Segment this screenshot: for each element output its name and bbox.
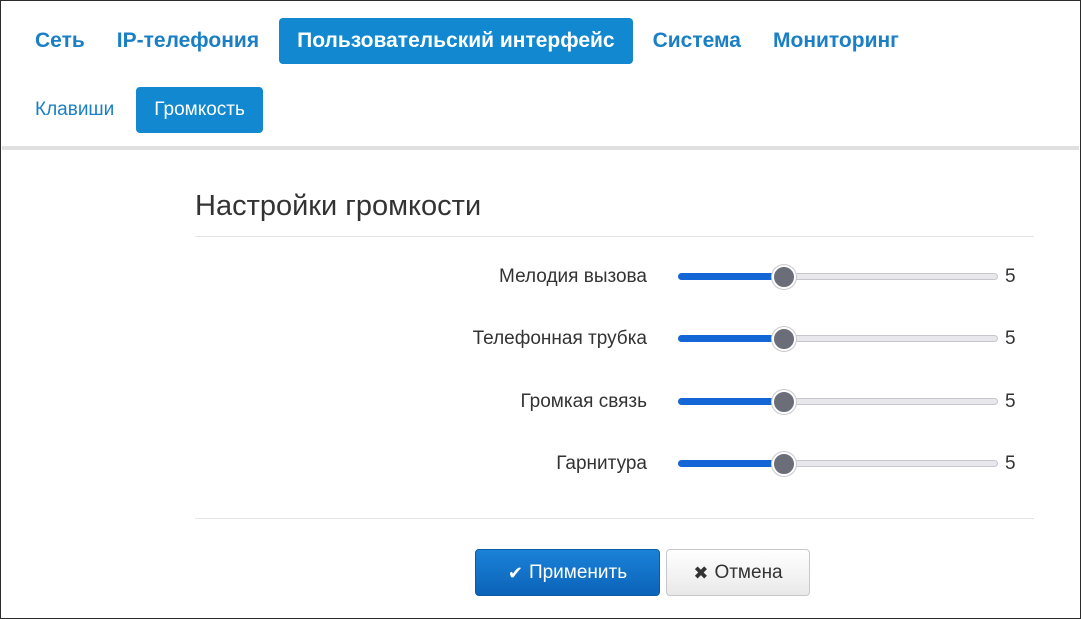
sub-navigation: Клавиши Громкость bbox=[23, 87, 263, 133]
slider-thumb[interactable] bbox=[771, 265, 796, 289]
close-icon: ✖ bbox=[693, 562, 709, 583]
subtab-volume[interactable]: Громкость bbox=[136, 87, 263, 133]
top-navigation: Сеть IP-телефония Пользовательский интер… bbox=[23, 18, 911, 64]
slider-label: Мелодия вызова bbox=[499, 266, 647, 287]
slider-value: 5 bbox=[1005, 266, 1016, 287]
page-frame: Сеть IP-телефония Пользовательский интер… bbox=[0, 0, 1081, 619]
title-divider bbox=[195, 236, 1034, 237]
ringtone-volume-slider[interactable] bbox=[678, 265, 998, 289]
slider-row-handset: Телефонная трубка 5 bbox=[195, 324, 1034, 354]
form-divider bbox=[195, 518, 1034, 519]
tab-monitoring[interactable]: Мониторинг bbox=[761, 18, 911, 64]
headset-volume-slider[interactable] bbox=[678, 452, 998, 476]
checkmark-icon: ✔ bbox=[507, 562, 523, 583]
slider-value: 5 bbox=[1005, 328, 1016, 349]
apply-button-label: Применить bbox=[528, 561, 628, 583]
cancel-button[interactable]: ✖ Отмена bbox=[666, 549, 810, 596]
slider-fill bbox=[678, 335, 784, 342]
slider-fill bbox=[678, 398, 784, 405]
slider-row-speakerphone: Громкая связь 5 bbox=[195, 387, 1034, 417]
tab-system[interactable]: Система bbox=[641, 18, 753, 64]
slider-thumb[interactable] bbox=[771, 327, 796, 351]
slider-thumb[interactable] bbox=[771, 452, 796, 476]
slider-row-headset: Гарнитура 5 bbox=[195, 449, 1034, 479]
slider-label: Громкая связь bbox=[520, 391, 647, 412]
slider-value: 5 bbox=[1005, 453, 1016, 474]
slider-fill bbox=[678, 460, 784, 467]
cancel-button-label: Отмена bbox=[714, 561, 783, 583]
form-actions: ✔ Применить ✖ Отмена bbox=[475, 549, 810, 596]
slider-thumb[interactable] bbox=[771, 390, 796, 414]
slider-label: Гарнитура bbox=[556, 453, 647, 474]
tab-network[interactable]: Сеть bbox=[23, 18, 97, 64]
slider-value: 5 bbox=[1005, 391, 1016, 412]
slider-fill bbox=[678, 273, 784, 280]
slider-label: Телефонная трубка bbox=[472, 328, 647, 349]
handset-volume-slider[interactable] bbox=[678, 327, 998, 351]
tab-ip-telephony[interactable]: IP-телефония bbox=[105, 18, 271, 64]
subtab-keys[interactable]: Клавиши bbox=[23, 87, 126, 133]
slider-row-ringtone: Мелодия вызова 5 bbox=[195, 262, 1034, 292]
tab-user-interface[interactable]: Пользовательский интерфейс bbox=[279, 18, 633, 64]
speakerphone-volume-slider[interactable] bbox=[678, 390, 998, 414]
apply-button[interactable]: ✔ Применить bbox=[475, 549, 660, 596]
page-title: Настройки громкости bbox=[195, 190, 482, 222]
nav-divider bbox=[2, 146, 1079, 150]
